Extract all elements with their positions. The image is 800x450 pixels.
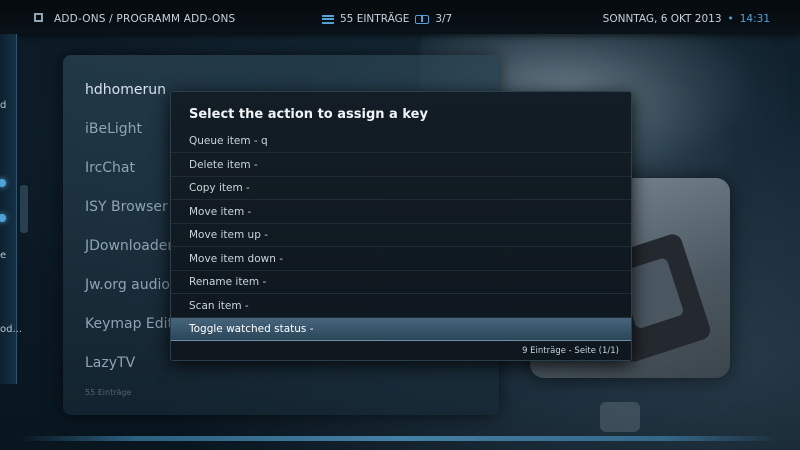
sidebar-label: d <box>0 100 7 111</box>
entries-count: 55 EINTRÄGE <box>340 13 410 25</box>
dialog-footer: 9 Einträge - Seite (1/1) <box>522 346 619 356</box>
action-item[interactable]: Move item up - <box>171 224 631 247</box>
time-text: 14:31 <box>739 13 770 25</box>
page-indicator: 3/7 <box>435 13 453 25</box>
list-item[interactable]: iBeLight <box>85 121 142 137</box>
sidebar[interactable]: d e od... <box>0 34 22 384</box>
datetime: SONNTAG, 6 OKT 2013 • 14:31 <box>603 13 770 25</box>
list-item[interactable]: hdhomerun <box>85 82 166 98</box>
action-item[interactable]: Rename item - <box>171 271 631 294</box>
action-item[interactable]: Move item - <box>171 201 631 224</box>
breadcrumb: ADD-ONS / PROGRAMM ADD-ONS <box>54 13 236 25</box>
action-item[interactable]: Queue item - q <box>171 130 631 153</box>
action-item[interactable]: Delete item - <box>171 154 631 177</box>
separator-dot: • <box>727 13 734 25</box>
list-item[interactable]: IrcChat <box>85 160 135 176</box>
list-item[interactable]: Keymap Edito <box>85 316 182 332</box>
list-icon <box>322 14 334 24</box>
list-item[interactable]: ISY Browser <box>85 199 168 215</box>
dialog-title: Select the action to assign a key <box>189 107 428 122</box>
top-bar: ADD-ONS / PROGRAMM ADD-ONS 55 EINTRÄGE 3… <box>0 0 800 34</box>
date-text: SONNTAG, 6 OKT 2013 <box>602 13 722 25</box>
select-action-dialog: Select the action to assign a key Queue … <box>170 91 632 361</box>
action-item[interactable]: Scan item - <box>171 295 631 318</box>
list-item[interactable]: Jw.org audio/ <box>85 277 175 293</box>
sidebar-label: od... <box>0 324 23 335</box>
sidebar-label: e <box>0 250 7 261</box>
action-item[interactable]: Move item down - <box>171 248 631 271</box>
addon-thumbnail-small <box>600 402 640 432</box>
sidebar-radio-icon[interactable] <box>0 214 6 222</box>
list-count: 55 Einträge <box>85 388 132 397</box>
window-icon <box>34 13 43 22</box>
sidebar-handle[interactable] <box>20 185 28 233</box>
action-item-focused[interactable]: Toggle watched status - <box>171 318 631 341</box>
list-item[interactable]: JDownloader <box>85 238 173 254</box>
bottom-glow <box>20 436 780 441</box>
page-icon <box>415 14 430 24</box>
sidebar-radio-icon[interactable] <box>0 179 6 187</box>
action-item[interactable]: Copy item - <box>171 177 631 200</box>
list-item[interactable]: LazyTV <box>85 355 135 371</box>
list-info: 55 EINTRÄGE 3/7 <box>322 13 452 25</box>
